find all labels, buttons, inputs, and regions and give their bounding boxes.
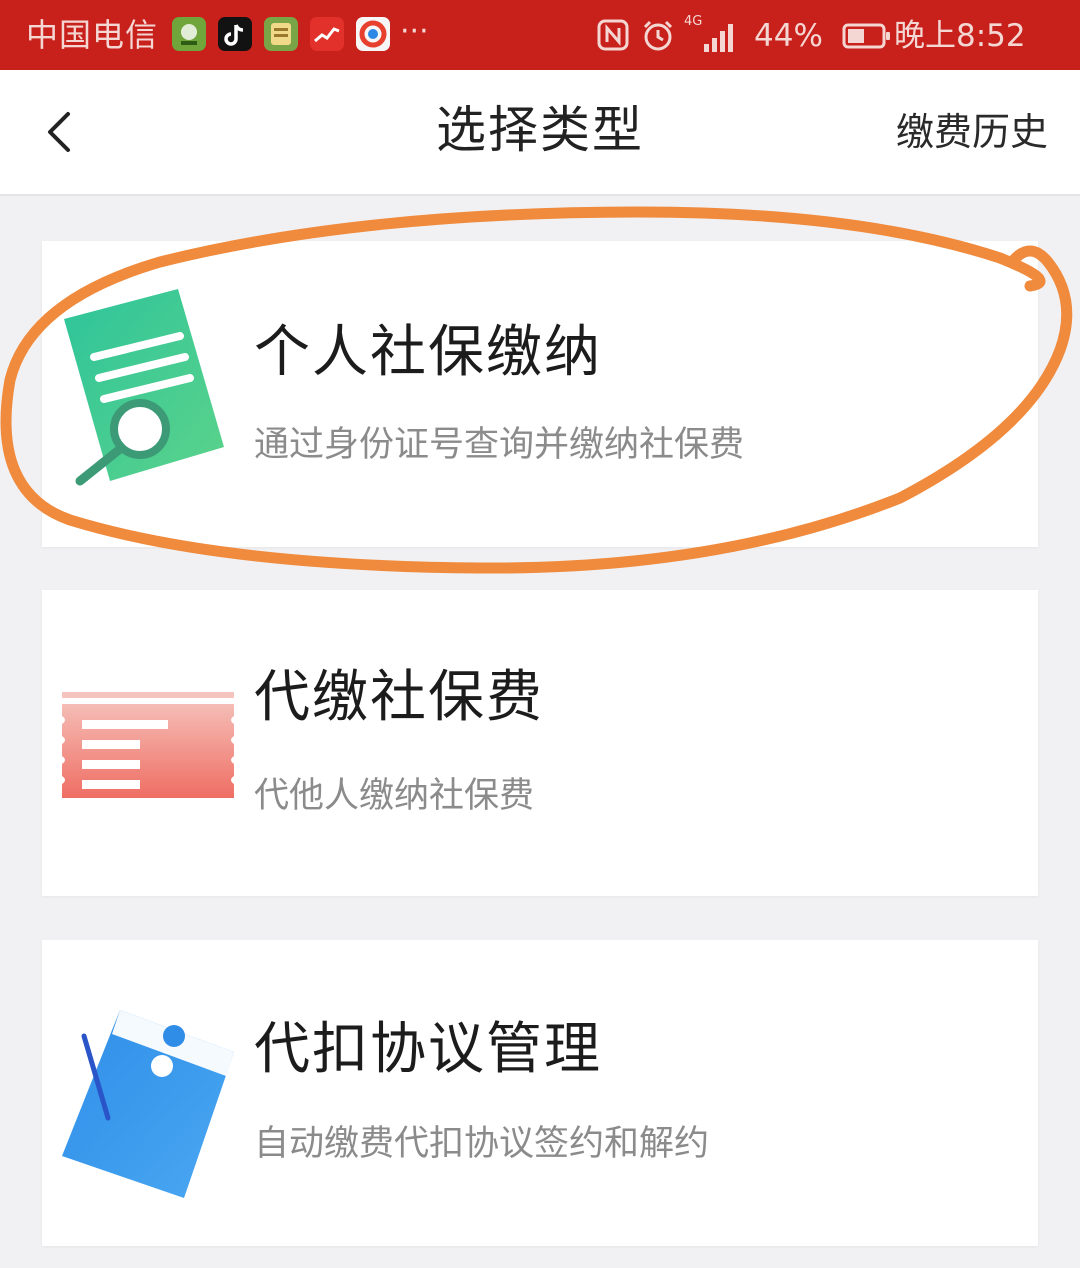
more-notifications-indicator: ··· [400, 14, 429, 49]
payment-history-link[interactable]: 缴费历史 [896, 108, 1048, 156]
document-search-icon [64, 289, 224, 486]
navigation-bar: 选择类型 缴费历史 [0, 70, 1080, 196]
card-withholding-agreement[interactable]: 代扣协议管理 自动缴费代扣协议签约和解约 [42, 940, 1038, 1246]
app-notification-icon [172, 17, 206, 51]
agreement-folder-icon [62, 1010, 234, 1198]
alarm-icon [643, 20, 673, 51]
signal-icon: 4G [684, 14, 744, 56]
card-title: 代扣协议管理 [254, 1017, 602, 1082]
reader-app-icon [264, 17, 298, 51]
card-title: 个人社保缴纳 [254, 320, 602, 385]
card-title: 代缴社保费 [254, 665, 544, 730]
card-subtitle: 通过身份证号查询并缴纳社保费 [254, 425, 745, 465]
battery-icon [842, 23, 890, 49]
nfc-icon [597, 19, 629, 51]
stock-app-icon [310, 17, 344, 51]
tiktok-icon [218, 17, 252, 51]
ticket-icon [62, 692, 234, 798]
carrier-label: 中国电信 [26, 16, 159, 54]
battery-percent: 44% [754, 18, 823, 54]
status-indicators: 4G 44% 晚上8:52 [596, 0, 1056, 70]
card-pay-for-others[interactable]: 代缴社保费 代他人缴纳社保费 [42, 590, 1038, 896]
card-personal-social-security[interactable]: 个人社保缴纳 通过身份证号查询并缴纳社保费 [42, 241, 1038, 547]
card-subtitle: 自动缴费代扣协议签约和解约 [254, 1124, 710, 1164]
browser-app-icon [356, 17, 390, 51]
clock-time: 晚上8:52 [894, 18, 1026, 54]
card-subtitle: 代他人缴纳社保费 [254, 776, 535, 816]
status-bar: 中国电信 ··· 4G 44% 晚上8:52 [0, 0, 1080, 70]
